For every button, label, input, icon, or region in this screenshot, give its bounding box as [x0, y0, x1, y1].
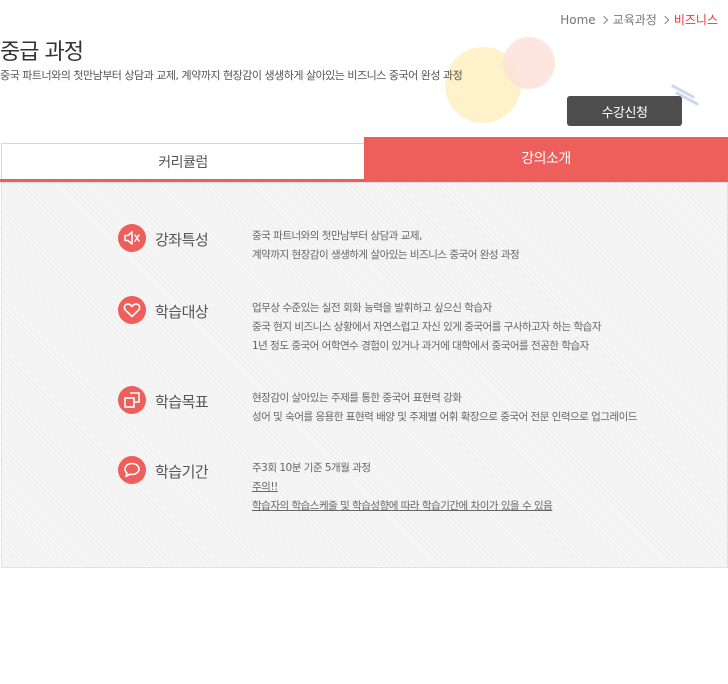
breadcrumb: Home 교육과정 비즈니스 — [560, 11, 718, 28]
section-title: 학습기간 — [155, 463, 209, 481]
enroll-button[interactable]: 수강신청 — [567, 96, 682, 126]
breadcrumb-home[interactable]: Home — [560, 13, 595, 27]
chevron-right-icon — [660, 15, 670, 24]
section-title: 학습대상 — [155, 303, 209, 321]
page-subtitle: 중국 파트너와의 첫만남부터 상담과 교제, 계약까지 현장감이 생생하게 살아… — [0, 69, 463, 82]
decorative-circle-pink — [503, 37, 555, 89]
section-description: 주3회 10분 기준 5개월 과정 주의!! 학습자의 학습스케줄 및 학습성향… — [252, 459, 553, 516]
breadcrumb-level1[interactable]: 교육과정 — [613, 11, 657, 28]
heart-icon — [118, 296, 146, 324]
section-title: 강좌특성 — [155, 231, 209, 249]
description-line: 중국 현지 비즈니스 상황에서 자연스럽고 자신 있게 중국어를 구사하고자 하… — [252, 321, 601, 333]
breadcrumb-current[interactable]: 비즈니스 — [674, 11, 718, 28]
description-line: 업무상 수준있는 실전 회화 능력을 발휘하고 싶으신 학습자 — [252, 302, 492, 314]
section-description: 중국 파트너와의 첫만남부터 상담과 교제, 계약까지 현장감이 생생하게 살아… — [252, 227, 520, 265]
description-line: 성어 및 숙어를 응용한 표현력 배양 및 주제별 어휘 확장으로 중국어 전문… — [252, 411, 637, 423]
page-title: 중급 과정 — [0, 40, 84, 65]
chevron-right-icon — [599, 15, 608, 24]
lecture-intro-panel: 강좌특성 중국 파트너와의 첫만남부터 상담과 교제, 계약까지 현장감이 생생… — [1, 182, 728, 568]
target-icon — [118, 386, 146, 414]
description-line: 계약까지 현장감이 생생하게 살아있는 비즈니스 중국어 완성 과정 — [252, 249, 520, 261]
notice-text: 학습자의 학습스케줄 및 학습성향에 따라 학습기간에 차이가 있을 수 있음 — [252, 500, 553, 512]
section-title: 학습목표 — [155, 393, 209, 411]
description-line: 중국 파트너와의 첫만남부터 상담과 교제, — [252, 230, 422, 242]
description-line: 1년 정도 중국어 어학연수 경험이 있거나 과거에 대학에서 중국어를 전공한… — [252, 340, 589, 352]
description-line: 주3회 10분 기준 5개월 과정 — [252, 462, 371, 474]
description-line: 현장감이 살아있는 주제를 통한 중국어 표현력 강화 — [252, 392, 462, 404]
section-description: 업무상 수준있는 실전 회화 능력을 발휘하고 싶으신 학습자 중국 현지 비즈… — [252, 299, 601, 356]
notice-label: 주의!! — [252, 481, 278, 493]
tab-bar: 커리큘럼 강의소개 — [0, 137, 728, 182]
section-description: 현장감이 살아있는 주제를 통한 중국어 표현력 강화 성어 및 숙어를 응용한… — [252, 389, 637, 427]
tab-curriculum[interactable]: 커리큘럼 — [1, 143, 365, 179]
speaker-icon — [118, 224, 146, 252]
speech-bubble-icon — [118, 456, 146, 484]
tab-lecture-intro[interactable]: 강의소개 — [364, 137, 728, 179]
